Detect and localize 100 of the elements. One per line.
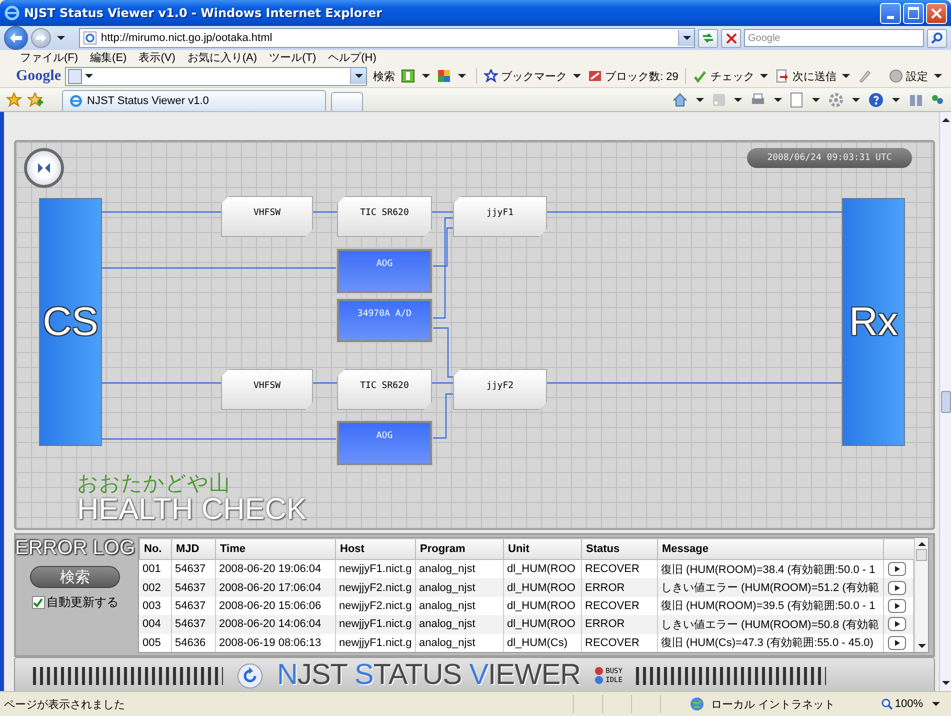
checkbox-label: 自動更新する — [46, 594, 118, 611]
send-page-icon — [775, 69, 790, 83]
play-button[interactable] — [888, 617, 906, 632]
column-header[interactable]: Host — [336, 538, 416, 560]
pen-icon[interactable] — [857, 69, 872, 83]
table-cell: 004 — [140, 615, 172, 634]
help-icon[interactable] — [868, 92, 884, 108]
window-title: NJST Status Viewer v1.0 - Windows Internet Explorer — [24, 6, 382, 20]
toolbar-square-icon[interactable] — [401, 69, 415, 83]
menu-item[interactable]: 編集(E) — [90, 50, 127, 65]
app-logo: NJST STATUS VIEWER — [277, 659, 581, 692]
close-button[interactable] — [926, 2, 947, 24]
search-field[interactable]: Google — [744, 29, 924, 47]
home-icon[interactable] — [672, 92, 688, 108]
menu-item[interactable]: ファイル(F) — [20, 50, 78, 65]
browser-tab[interactable]: NJST Status Viewer v1.0 — [62, 90, 326, 111]
add-favorite-icon[interactable] — [27, 92, 43, 108]
maximize-button[interactable] — [903, 2, 924, 24]
settings-button[interactable]: 設定 — [889, 68, 945, 84]
table-cell: 2008-06-20 17:06:04 — [216, 578, 336, 597]
close-icon — [931, 8, 942, 18]
column-header[interactable]: Status — [582, 538, 658, 560]
column-header[interactable]: Message — [658, 538, 884, 560]
column-header[interactable]: No. — [140, 538, 172, 560]
table-cell: dl_HUM(ROO — [504, 615, 582, 634]
error-log-title: ERROR LOG — [14, 537, 136, 560]
back-button[interactable] — [4, 26, 28, 50]
clock-display: 2008/06/24 09:03:31 UTC — [747, 148, 912, 168]
column-header[interactable]: MJD — [172, 538, 216, 560]
search-icon — [931, 32, 943, 44]
checkbox[interactable] — [32, 596, 44, 609]
table-cell: 54637 — [172, 615, 216, 634]
checkmark-icon — [693, 69, 708, 83]
block-icon — [588, 69, 602, 83]
table-cell: RECOVER — [582, 634, 658, 652]
search-button[interactable] — [927, 28, 947, 48]
globe-icon — [688, 696, 705, 712]
gear-icon[interactable] — [828, 92, 844, 108]
table-cell: 2008-06-19 08:06:13 — [216, 634, 336, 652]
table-cell: ERROR — [582, 615, 658, 634]
browser-icon — [69, 94, 83, 108]
refresh-icon — [701, 32, 715, 44]
minimize-button[interactable] — [880, 2, 901, 24]
page-icon[interactable] — [790, 92, 804, 108]
play-button[interactable] — [888, 598, 906, 613]
toolbar-search-field[interactable] — [65, 66, 367, 86]
menu-item[interactable]: 表示(V) — [138, 50, 176, 65]
column-header[interactable]: Time — [216, 538, 336, 560]
magnifier-icon — [880, 698, 893, 710]
table-cell: analog_njst — [416, 615, 504, 634]
browser-icon — [4, 5, 20, 21]
page-scrollbar[interactable] — [939, 112, 951, 691]
puzzle-icon[interactable] — [437, 69, 451, 83]
table-cell: しきい値エラー (HUM(ROOM)=50.8 (有効範 — [658, 615, 884, 634]
menu-item[interactable]: ツール(T) — [269, 50, 316, 65]
arrow-right-icon — [35, 33, 47, 43]
column-header[interactable]: Program — [416, 538, 504, 560]
device-node[interactable]: jjyF2 — [453, 369, 547, 410]
address-field[interactable]: http://mirumo.nict.go.jp/ootaka.html — [79, 28, 695, 48]
circle-icon — [889, 69, 903, 83]
refresh-button[interactable] — [698, 28, 718, 48]
search-button[interactable]: 検索 — [30, 566, 120, 588]
column-header[interactable]: Unit — [504, 538, 582, 560]
menu-item[interactable]: ヘルプ(H) — [328, 50, 376, 65]
scrollbar[interactable] — [914, 538, 928, 652]
table-cell: dl_HUM(Cs) — [504, 634, 582, 652]
forward-button[interactable] — [31, 28, 51, 48]
mode-button[interactable] — [24, 148, 64, 188]
device-node[interactable]: 34970A A/D — [337, 299, 432, 342]
table-cell: 2008-06-20 14:06:04 — [216, 615, 336, 634]
toolbar-item[interactable]: ブックマーク — [484, 68, 584, 84]
device-node[interactable]: AOG — [337, 249, 432, 293]
history-dropdown-icon[interactable] — [57, 36, 65, 40]
device-node[interactable]: jjyF1 — [453, 196, 547, 237]
status-message: ページが表示されました — [4, 698, 125, 712]
table-cell: analog_njst — [416, 634, 504, 652]
device-node[interactable]: TIC SR620 — [337, 369, 432, 410]
toolbar-search-button[interactable]: 検索 — [371, 68, 397, 84]
play-button[interactable] — [888, 636, 906, 650]
table-cell: 002 — [140, 578, 172, 597]
table-cell: ERROR — [582, 578, 658, 597]
device-node[interactable]: AOG — [337, 421, 432, 465]
stop-button[interactable] — [721, 28, 741, 48]
device-node[interactable]: VHFSW — [221, 369, 313, 410]
star-icon — [484, 69, 498, 83]
zoom-button[interactable]: 100% — [880, 698, 923, 710]
device-node[interactable]: VHFSW — [221, 196, 313, 237]
play-button[interactable] — [888, 580, 906, 595]
play-button[interactable] — [888, 562, 906, 576]
menu-item[interactable]: お気に入り(A) — [187, 50, 258, 65]
toolbar-item[interactable]: チェック — [693, 68, 772, 84]
toolbar-item[interactable]: ブロック数: 29 — [588, 68, 678, 84]
security-zone: ローカル イントラネット — [710, 698, 835, 712]
toolbar-item[interactable]: 次に送信 — [775, 68, 854, 84]
table-cell: newjjyF1.nict.g — [336, 634, 416, 652]
device-node[interactable]: TIC SR620 — [337, 196, 432, 237]
google-logo: Google — [16, 68, 61, 84]
refresh-icon[interactable] — [237, 662, 263, 688]
new-tab-button[interactable] — [331, 92, 363, 111]
favorites-star-icon[interactable] — [6, 92, 22, 108]
